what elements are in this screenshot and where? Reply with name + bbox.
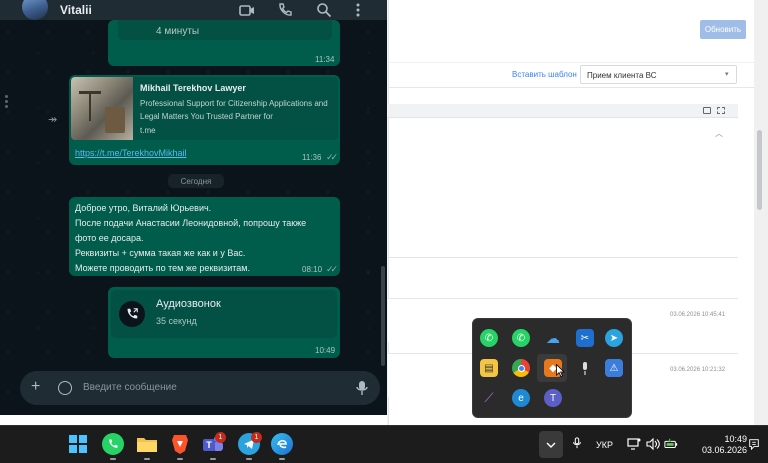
link-preview-image	[71, 77, 133, 140]
onedrive-icon[interactable]: ☁	[544, 329, 562, 347]
more-options-icon[interactable]	[350, 2, 366, 18]
chat-scrollbar[interactable]	[381, 266, 385, 366]
chevron-up-icon[interactable]: ︿	[715, 128, 723, 139]
editor-area[interactable]	[388, 118, 738, 258]
phone-call-icon	[119, 301, 145, 327]
message-time: 10:49	[315, 346, 336, 355]
history-row-date: 03.06.2026 10:45:41	[670, 312, 726, 318]
network-icon[interactable]	[627, 438, 641, 450]
forward-icon[interactable]: ↠	[48, 113, 57, 126]
running-indicator	[246, 458, 252, 460]
message-composer	[20, 371, 380, 405]
notification-badge: 1	[251, 432, 262, 443]
running-indicator	[279, 458, 285, 460]
search-icon[interactable]	[316, 2, 332, 18]
message-text-line: Можете проводить по тем же реквизитам.	[75, 263, 250, 273]
message-link[interactable]: https://t.me/TerekhovMikhail	[75, 148, 187, 158]
microphone-icon[interactable]	[576, 359, 594, 377]
whatsapp-icon[interactable]: ✆	[480, 329, 498, 347]
mouse-cursor-icon	[556, 364, 565, 377]
link-preview-domain: t.me	[140, 126, 156, 135]
feather-icon[interactable]: ⟋	[480, 389, 498, 407]
attach-icon[interactable]: +	[31, 378, 40, 396]
history-row-date: 03.06.2026 10:21:32	[670, 367, 726, 373]
call-duration: 35 секунд	[156, 316, 197, 326]
microphone-icon[interactable]	[570, 437, 584, 449]
refresh-button[interactable]: Обновить	[700, 20, 746, 39]
volume-icon[interactable]	[646, 438, 660, 450]
link-preview-description: Professional Support for Citizenship App…	[140, 99, 328, 121]
notifications-icon[interactable]	[747, 438, 761, 450]
language-indicator[interactable]: УКР	[596, 440, 613, 450]
running-indicator	[210, 458, 216, 460]
template-select[interactable]: Прием клиента ВС	[580, 65, 737, 84]
page-scrollbar[interactable]	[754, 0, 768, 425]
clock[interactable]: 10:49 03.06.2026	[701, 434, 747, 456]
svg-text:T: T	[206, 440, 212, 450]
clock-time: 10:49	[724, 434, 747, 444]
phone-icon[interactable]	[277, 2, 293, 18]
edge-icon[interactable]	[271, 433, 293, 455]
page-scrollbar-thumb[interactable]	[757, 130, 762, 210]
editor-toolbar	[388, 104, 738, 118]
security-warning-icon[interactable]: ⚠	[605, 359, 623, 377]
file-explorer-icon[interactable]	[136, 433, 158, 455]
message-text-line: Доброе утро, Виталий Юрьевич.	[75, 203, 212, 213]
message-time: 08:10	[302, 265, 323, 274]
whatsapp-icon[interactable]: ✆	[512, 329, 530, 347]
telegram-icon[interactable]: ➤	[605, 329, 623, 347]
battery-icon[interactable]	[664, 438, 678, 450]
resize-handle[interactable]	[5, 95, 9, 109]
message-time: 11:36	[302, 153, 322, 162]
running-indicator	[144, 458, 150, 460]
call-duration: 4 минуты	[156, 26, 200, 37]
microphone-icon[interactable]	[355, 380, 369, 396]
notification-badge: 1	[215, 432, 226, 443]
call-title: Аудиозвонок	[156, 298, 221, 310]
link-preview-title: Mikhail Terekhov Lawyer	[140, 83, 246, 93]
read-receipt-icon: ✓✓	[326, 152, 338, 162]
emoji-icon[interactable]	[58, 381, 72, 395]
show-hidden-icons-button[interactable]	[539, 431, 563, 458]
chrome-icon[interactable]	[512, 359, 530, 377]
insert-template-link[interactable]: Вставить шаблон	[512, 70, 577, 79]
running-indicator	[110, 458, 116, 460]
message-text-line: После подачи Анастасии Леонидовной, попр…	[75, 218, 307, 228]
sticky-notes-icon[interactable]: ▤	[480, 359, 498, 377]
date-separator: Сегодня	[168, 174, 224, 188]
whatsapp-icon[interactable]	[102, 433, 124, 455]
chevron-down-icon: ▾	[725, 71, 729, 78]
clock-date: 03.06.2026	[701, 445, 747, 455]
message-input[interactable]: Введите сообщение	[83, 382, 177, 393]
read-receipt-icon: ✓✓	[326, 264, 338, 274]
edge-icon[interactable]: e	[512, 389, 530, 407]
fullscreen-icon[interactable]	[717, 107, 725, 114]
message-text-line: Реквизиты + сумма такая же как и у Вас.	[75, 248, 246, 258]
video-call-icon[interactable]	[239, 2, 255, 18]
keyboard-icon[interactable]	[703, 107, 711, 114]
contact-name[interactable]: Vitalii	[60, 3, 92, 17]
brave-icon[interactable]	[169, 433, 191, 455]
teams-icon[interactable]: T	[544, 389, 562, 407]
message-time: 11:34	[315, 55, 335, 64]
windows-start-icon[interactable]	[67, 433, 89, 455]
message-text-line: фото ее досара.	[75, 233, 144, 243]
snipping-tool-icon[interactable]: ✂	[576, 329, 594, 347]
chevron-down-icon	[546, 442, 556, 448]
call-card	[118, 20, 332, 40]
whatsapp-window: Vitalii 4 минуты 11:34 ↠ Mikhail Terekho…	[0, 0, 387, 415]
running-indicator	[177, 458, 183, 460]
